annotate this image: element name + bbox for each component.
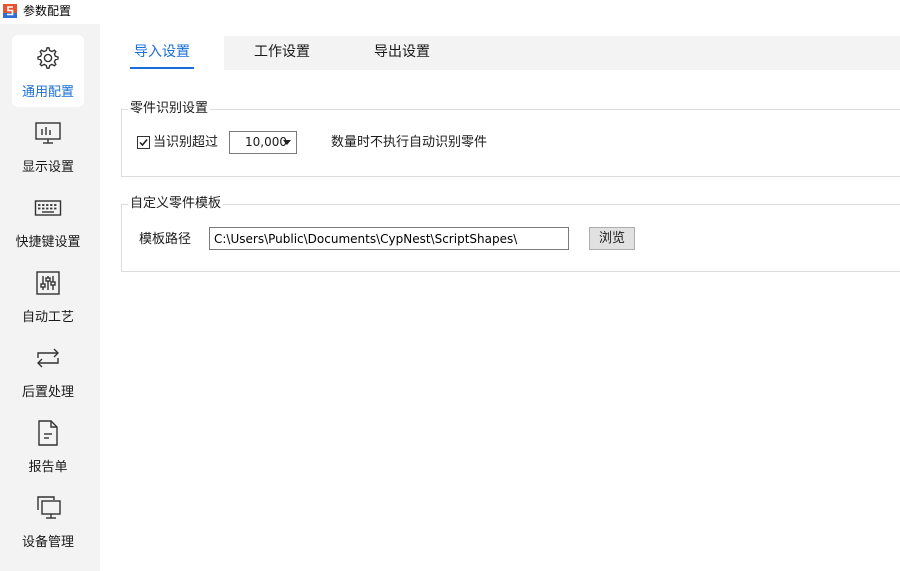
sliders-icon	[36, 271, 60, 295]
recognition-limit-checkbox[interactable]	[137, 136, 150, 149]
sidebar-item-label: 通用配置	[21, 85, 74, 100]
loop-arrows-icon	[37, 348, 59, 368]
template-path-label: 模板路径	[139, 232, 192, 247]
sidebar-item-label: 显示设置	[21, 160, 74, 175]
sidebar-item-label: 报告单	[28, 460, 68, 475]
sidebar-item-display-settings[interactable]: 显示设置	[12, 110, 84, 182]
group-title: 零件识别设置	[128, 100, 211, 118]
window-title: 参数配置	[23, 4, 72, 18]
sidebar-item-report[interactable]: 报告单	[12, 410, 84, 482]
threshold-value: 10,000	[245, 135, 287, 149]
threshold-dropdown[interactable]: 10,000	[229, 131, 297, 154]
checkmark-icon	[139, 139, 148, 147]
sidebar: 通用配置 显示设置 快捷键设置 自动工艺 后置处理 报告单 设备管理	[0, 24, 100, 571]
checkbox-label[interactable]: 当识别超过	[153, 134, 218, 152]
tab-export-settings[interactable]: 导出设置	[340, 36, 464, 70]
tab-label: 工作设置	[254, 44, 310, 60]
tab-label: 导入设置	[134, 44, 190, 60]
sidebar-item-label: 后置处理	[21, 385, 74, 400]
custom-template-group: 自定义零件模板 模板路径 浏览	[121, 195, 900, 272]
tab-import-settings[interactable]: 导入设置	[100, 36, 224, 70]
sidebar-item-general-config[interactable]: 通用配置	[12, 35, 84, 107]
tab-label: 导出设置	[374, 44, 430, 60]
group-title: 自定义零件模板	[128, 195, 224, 213]
sidebar-item-post-processing[interactable]: 后置处理	[12, 335, 84, 407]
chevron-down-icon	[283, 140, 291, 145]
sidebar-item-label: 自动工艺	[21, 310, 74, 325]
browse-button[interactable]: 浏览	[589, 227, 635, 250]
keyboard-icon	[34, 200, 62, 216]
tab-bar: 导入设置 工作设置 导出设置	[100, 36, 900, 70]
sidebar-item-device-management[interactable]: 设备管理	[12, 485, 84, 557]
part-recognition-group: 零件识别设置 当识别超过 10,000 数量时不执行自动识别零件	[121, 100, 900, 177]
sidebar-item-auto-process[interactable]: 自动工艺	[12, 260, 84, 332]
sidebar-item-label: 快捷键设置	[15, 235, 81, 250]
screens-icon	[37, 496, 61, 519]
sidebar-item-shortcut-settings[interactable]: 快捷键设置	[12, 185, 84, 257]
threshold-suffix-text: 数量时不执行自动识别零件	[331, 135, 488, 150]
tab-work-settings[interactable]: 工作设置	[224, 36, 340, 70]
active-tab-indicator	[130, 67, 194, 69]
sidebar-item-label: 设备管理	[21, 535, 74, 550]
template-path-input[interactable]	[209, 227, 569, 250]
document-icon	[38, 420, 58, 446]
gear-icon	[37, 47, 59, 69]
app-logo-icon	[3, 4, 17, 18]
title-bar: 参数配置	[0, 0, 900, 24]
monitor-chart-icon	[35, 122, 61, 144]
